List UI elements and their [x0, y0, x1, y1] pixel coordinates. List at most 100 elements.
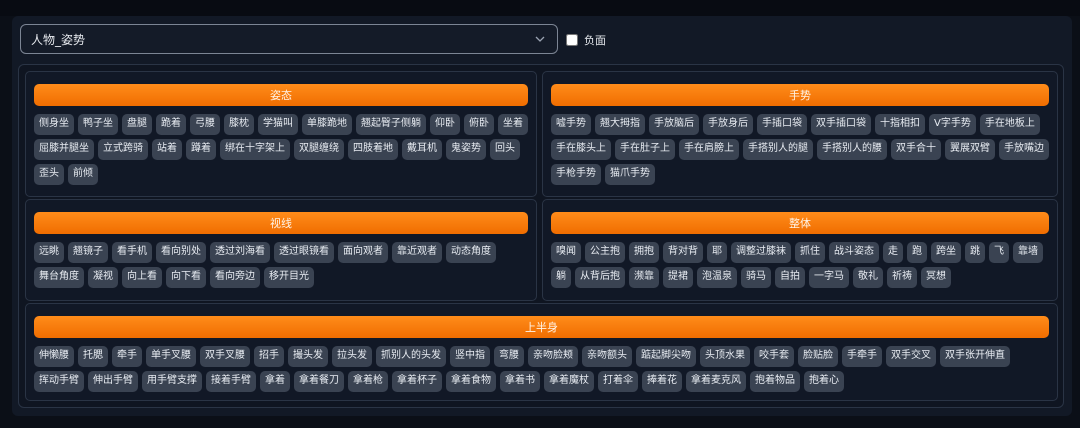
tag-button[interactable]: 战斗姿态 — [829, 242, 879, 263]
tag-button[interactable]: 翘镜子 — [68, 242, 108, 263]
tag-button[interactable]: 向上看 — [122, 267, 162, 288]
tag-button[interactable]: 手搭别人的腿 — [743, 139, 813, 160]
tag-button[interactable]: 挥动手臂 — [34, 371, 84, 392]
tag-button[interactable]: 从背后抱 — [575, 267, 625, 288]
tag-button[interactable]: 十指相扣 — [875, 114, 925, 135]
tag-button[interactable]: 躺 — [551, 267, 571, 288]
tag-button[interactable]: 向下看 — [166, 267, 206, 288]
tag-button[interactable]: 双手合十 — [891, 139, 941, 160]
tag-button[interactable]: V字手势 — [929, 114, 976, 135]
tag-button[interactable]: 嗅闻 — [551, 242, 581, 263]
tag-button[interactable]: 头顶水果 — [700, 346, 750, 367]
tag-button[interactable]: 拿着书 — [500, 371, 540, 392]
category-dropdown[interactable]: 人物_姿势 — [20, 24, 558, 54]
tag-button[interactable]: 绑在十字架上 — [220, 139, 290, 160]
tag-button[interactable]: 透过眼镜看 — [274, 242, 334, 263]
tag-button[interactable]: 亲吻额头 — [582, 346, 632, 367]
tag-button[interactable]: 抓别人的头发 — [376, 346, 446, 367]
tag-button[interactable]: 戴耳机 — [402, 139, 442, 160]
tag-button[interactable]: 拿着食物 — [446, 371, 496, 392]
tag-button[interactable]: 动态角度 — [446, 242, 496, 263]
tag-button[interactable]: 自拍 — [775, 267, 805, 288]
tag-button[interactable]: 猫爪手势 — [605, 164, 655, 185]
tag-button[interactable]: 抱着心 — [804, 371, 844, 392]
tag-button[interactable]: 拿着枪 — [348, 371, 388, 392]
tag-button[interactable]: 敬礼 — [853, 267, 883, 288]
tag-button[interactable]: 托腮 — [78, 346, 108, 367]
tag-button[interactable]: 泡温泉 — [697, 267, 737, 288]
tag-button[interactable]: 调整过膝袜 — [731, 242, 791, 263]
tag-button[interactable]: 手牵手 — [842, 346, 882, 367]
tag-button[interactable]: 双手叉腰 — [200, 346, 250, 367]
tag-button[interactable]: 学猫叫 — [258, 114, 298, 135]
tag-button[interactable]: 拉头发 — [332, 346, 372, 367]
tag-button[interactable]: 背对背 — [663, 242, 703, 263]
tag-button[interactable]: 坐着 — [498, 114, 528, 135]
tag-button[interactable]: 拿着魔杖 — [544, 371, 594, 392]
tag-button[interactable]: 手在肚子上 — [615, 139, 675, 160]
tag-button[interactable]: 踮起脚尖吻 — [636, 346, 696, 367]
tag-button[interactable]: 看向旁边 — [210, 267, 260, 288]
tag-button[interactable]: 嘘手势 — [551, 114, 591, 135]
tag-button[interactable]: 鬼姿势 — [446, 139, 486, 160]
tag-button[interactable]: 双手插口袋 — [811, 114, 871, 135]
tag-button[interactable]: 手搭别人的腰 — [817, 139, 887, 160]
tag-button[interactable]: 跪着 — [156, 114, 186, 135]
tag-button[interactable]: 祈祷 — [887, 267, 917, 288]
tag-button[interactable]: 拿着麦克风 — [686, 371, 746, 392]
section-header[interactable]: 手势 — [551, 84, 1049, 106]
tag-button[interactable]: 跳 — [965, 242, 985, 263]
tag-button[interactable]: 靠墙 — [1013, 242, 1043, 263]
tag-button[interactable]: 抱着物品 — [750, 371, 800, 392]
tag-button[interactable]: 翼展双臂 — [945, 139, 995, 160]
tag-button[interactable]: 伸出手臂 — [88, 371, 138, 392]
tag-button[interactable]: 手插口袋 — [757, 114, 807, 135]
tag-button[interactable]: 看手机 — [112, 242, 152, 263]
tag-button[interactable]: 鸭子坐 — [78, 114, 118, 135]
tag-button[interactable]: 跑 — [907, 242, 927, 263]
tag-button[interactable]: 伸懒腰 — [34, 346, 74, 367]
tag-button[interactable]: 手放身后 — [703, 114, 753, 135]
tag-button[interactable]: 濒靠 — [629, 267, 659, 288]
tag-button[interactable]: 手枪手势 — [551, 164, 601, 185]
tag-button[interactable]: 捧着花 — [642, 371, 682, 392]
section-header[interactable]: 视线 — [34, 212, 528, 234]
tag-button[interactable]: 手在肩膀上 — [679, 139, 739, 160]
tag-button[interactable]: 弯腰 — [494, 346, 524, 367]
tag-button[interactable]: 公主抱 — [585, 242, 625, 263]
tag-button[interactable]: 手放嘴边 — [999, 139, 1049, 160]
tag-button[interactable]: 飞 — [989, 242, 1009, 263]
tag-button[interactable]: 透过刘海看 — [210, 242, 270, 263]
tag-button[interactable]: 屈膝并腿坐 — [34, 139, 94, 160]
tag-button[interactable]: 靠近观者 — [392, 242, 442, 263]
tag-button[interactable]: 移开目光 — [264, 267, 314, 288]
tag-button[interactable]: 膝枕 — [224, 114, 254, 135]
tag-button[interactable]: 歪头 — [34, 164, 64, 185]
tag-button[interactable]: 抓住 — [795, 242, 825, 263]
tag-button[interactable]: 骑马 — [741, 267, 771, 288]
tag-button[interactable]: 招手 — [254, 346, 284, 367]
tag-button[interactable]: 竖中指 — [450, 346, 490, 367]
tag-button[interactable]: 蹲着 — [186, 139, 216, 160]
tag-button[interactable]: 耶 — [707, 242, 727, 263]
tag-button[interactable]: 站着 — [152, 139, 182, 160]
section-header[interactable]: 姿态 — [34, 84, 528, 106]
tag-button[interactable]: 手放脑后 — [649, 114, 699, 135]
tag-button[interactable]: 舞台角度 — [34, 267, 84, 288]
tag-button[interactable]: 四肢着地 — [348, 139, 398, 160]
tag-button[interactable]: 看向别处 — [156, 242, 206, 263]
tag-button[interactable]: 双腿缠绕 — [294, 139, 344, 160]
tag-button[interactable]: 拿着杯子 — [392, 371, 442, 392]
tag-button[interactable]: 跨坐 — [931, 242, 961, 263]
negative-checkbox[interactable] — [566, 34, 578, 46]
section-header[interactable]: 上半身 — [34, 316, 1049, 338]
tag-button[interactable]: 凝视 — [88, 267, 118, 288]
tag-button[interactable]: 接着手臂 — [206, 371, 256, 392]
tag-button[interactable]: 立式跨骑 — [98, 139, 148, 160]
tag-button[interactable]: 脸贴脸 — [798, 346, 838, 367]
tag-button[interactable]: 走 — [883, 242, 903, 263]
tag-button[interactable]: 手在膝头上 — [551, 139, 611, 160]
tag-button[interactable]: 俯卧 — [464, 114, 494, 135]
tag-button[interactable]: 咬手套 — [754, 346, 794, 367]
tag-button[interactable]: 用手臂支撑 — [142, 371, 202, 392]
